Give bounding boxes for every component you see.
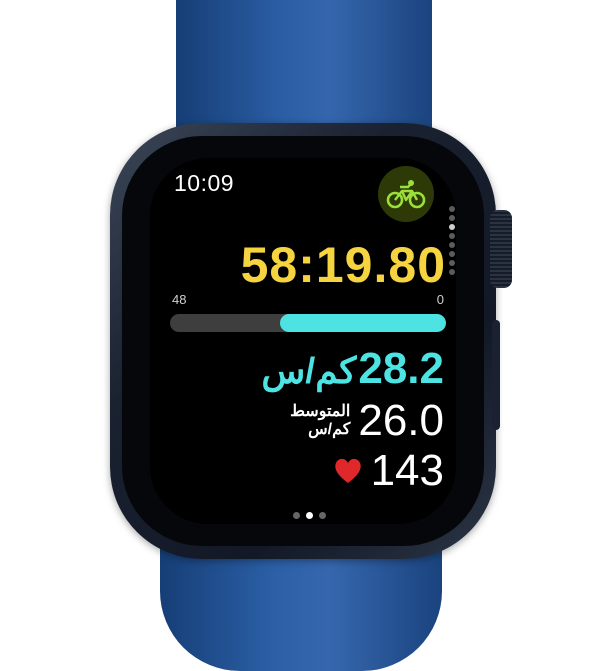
avg-labels: المتوسط كم/س: [290, 403, 350, 439]
speed-range-max: 48: [172, 292, 187, 307]
scroll-indicator: [449, 206, 455, 278]
heart-rate: 143: [333, 446, 444, 496]
avg-label: المتوسط: [290, 403, 351, 420]
speed-value: 28.2: [358, 344, 444, 393]
elapsed-time: 58:19.80: [240, 237, 446, 293]
bicycle-icon: [386, 180, 426, 209]
page-indicator[interactable]: [290, 512, 329, 519]
avg-unit: كم/س: [308, 421, 351, 438]
page-dot: [293, 512, 300, 519]
average-speed: المتوسط كم/س 26.0: [290, 396, 444, 446]
heart-rate-value: 143: [370, 446, 444, 495]
digital-crown[interactable]: [490, 210, 512, 288]
page-dot: [306, 512, 313, 519]
avg-value: 26.0: [358, 396, 444, 445]
speed-bar-track: [170, 314, 446, 332]
workout-type-button[interactable]: [378, 166, 434, 222]
speed-unit: كم/س: [261, 350, 357, 391]
watch-screen: 10:09 58:19.80 48 0 كم/س 28.2 المتوسط كم…: [150, 158, 456, 524]
status-time: 10:09: [174, 170, 235, 196]
speed-range-min: 0: [436, 292, 444, 307]
heart-icon: [334, 458, 361, 483]
current-speed: كم/س 28.2: [261, 344, 444, 394]
speed-bar-fill: [280, 314, 446, 332]
page-dot: [319, 512, 326, 519]
side-button[interactable]: [492, 320, 500, 430]
